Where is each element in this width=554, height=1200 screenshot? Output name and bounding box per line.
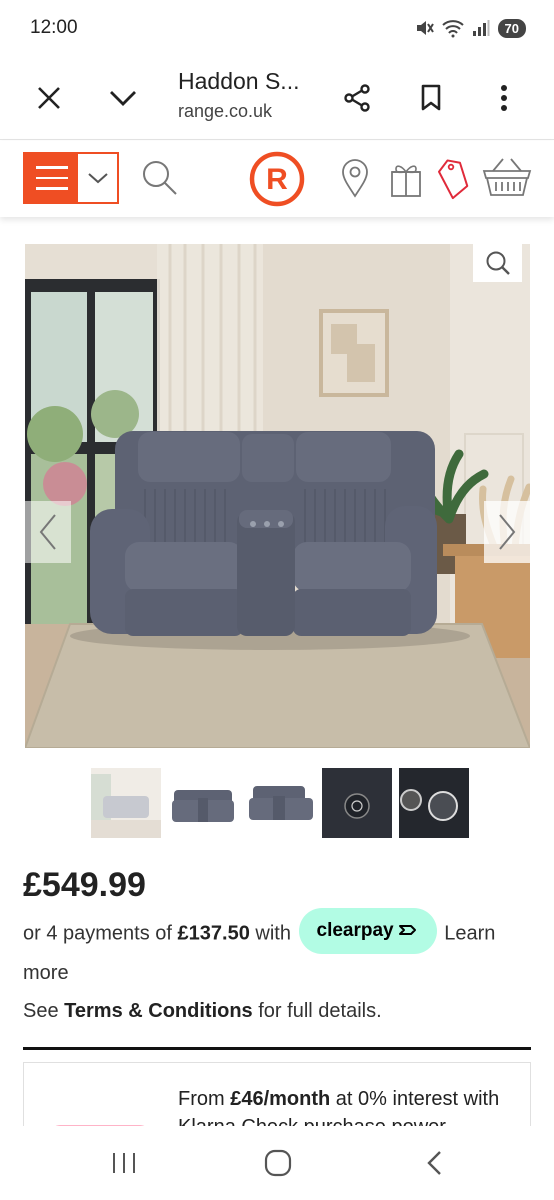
terms-link[interactable]: Terms & Conditions: [64, 1000, 253, 1022]
svg-text:R: R: [266, 163, 288, 196]
thumbnail-sofa-front-image: [168, 768, 238, 838]
product-price: £549.99: [23, 866, 146, 904]
installment-prefix: or 4 payments of: [23, 922, 178, 945]
gift-icon: [391, 165, 421, 197]
thumbnail-room-image: [91, 768, 161, 838]
battery-indicator: 70: [497, 18, 526, 38]
mute-icon: [416, 21, 434, 35]
back-icon: [427, 1151, 441, 1175]
terms-suffix: for full details.: [252, 1000, 382, 1022]
payment-options: or 4 payments of £137.50 with clearpay L…: [23, 908, 533, 992]
clearpay-label: clearpay: [316, 920, 394, 941]
system-navigation-bar: [0, 1126, 554, 1200]
terms-note: See Terms & Conditions for full details.: [23, 1000, 382, 1023]
site-header: R: [0, 141, 554, 217]
menu-icon: [25, 154, 78, 202]
product-image-sofa: [25, 244, 530, 748]
thumbnail-cup-holders-image: [399, 768, 469, 838]
close-icon: [38, 87, 60, 109]
installment-with: with: [249, 922, 297, 945]
gift-button[interactable]: [386, 155, 426, 201]
chevron-down-icon: [87, 173, 108, 184]
recent-apps-button[interactable]: [94, 1138, 154, 1188]
bookmark-button[interactable]: [409, 76, 453, 120]
recent-apps-icon: [113, 1153, 135, 1173]
menu-button[interactable]: [23, 152, 119, 204]
chevron-left-icon: [39, 514, 56, 550]
home-icon: [264, 1149, 292, 1177]
clearpay-badge[interactable]: clearpay: [298, 908, 437, 954]
terms-prefix: See: [23, 1000, 65, 1022]
thumbnail-1[interactable]: [91, 768, 161, 838]
location-pin-icon: [342, 159, 368, 198]
product-image-gallery[interactable]: [25, 244, 530, 748]
basket-icon: [482, 158, 532, 196]
thumbnail-wireless-charger-image: [322, 768, 392, 838]
signal-icon: [472, 20, 490, 36]
more-options-button[interactable]: [482, 76, 526, 120]
status-icons: 70: [414, 18, 526, 38]
collapse-button[interactable]: [101, 76, 145, 120]
offers-button[interactable]: [432, 153, 472, 203]
next-image-button[interactable]: [484, 501, 530, 563]
previous-image-button[interactable]: [25, 501, 71, 563]
installment-amount: £137.50: [177, 922, 250, 945]
thumbnail-strip: [91, 768, 469, 838]
status-bar: 12:00 70: [0, 0, 554, 56]
thumbnail-4[interactable]: [322, 768, 392, 838]
zoom-button[interactable]: [473, 244, 522, 282]
back-button[interactable]: [404, 1138, 464, 1188]
status-time: 12:00: [30, 17, 78, 38]
thumbnail-2[interactable]: [168, 768, 238, 838]
basket-button[interactable]: [480, 153, 534, 201]
share-button[interactable]: [335, 76, 379, 120]
klarna-prefix: From: [178, 1088, 231, 1110]
klarna-amount: £46/month: [230, 1088, 331, 1110]
site-logo[interactable]: R: [249, 151, 305, 207]
close-tab-button[interactable]: [27, 76, 71, 120]
page-title: Haddon S...: [178, 68, 300, 94]
wifi-icon: [441, 20, 464, 38]
bookmark-icon: [421, 84, 441, 111]
share-icon: [344, 84, 370, 112]
thumbnail-sofa-angle-image: [245, 768, 315, 838]
home-button[interactable]: [248, 1138, 308, 1188]
search-icon: [143, 161, 177, 195]
page-url: range.co.uk: [178, 101, 273, 121]
page-title-block[interactable]: Haddon S... range.co.uk: [178, 68, 318, 122]
browser-toolbar: Haddon S... range.co.uk: [0, 56, 554, 140]
chevron-down-icon: [110, 91, 136, 106]
store-locator-button[interactable]: [337, 155, 373, 201]
chevron-right-icon: [499, 514, 516, 550]
section-divider: [23, 1047, 531, 1050]
thumbnail-3[interactable]: [245, 768, 315, 838]
search-icon: [486, 251, 510, 275]
clearpay-logo-icon: [398, 925, 416, 935]
price-tag-icon: [438, 159, 469, 200]
thumbnail-5[interactable]: [399, 768, 469, 838]
search-button[interactable]: [137, 155, 181, 199]
range-logo-icon: R: [249, 151, 305, 207]
more-vert-icon: [501, 85, 507, 111]
